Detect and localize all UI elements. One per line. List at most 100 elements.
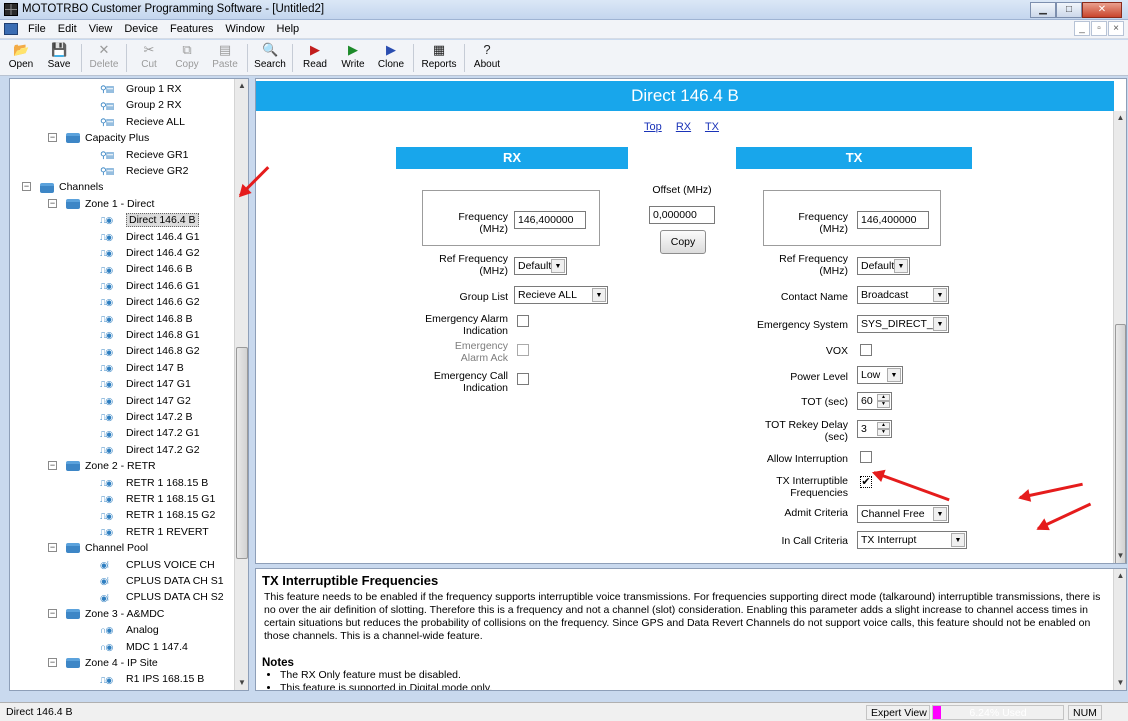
tree-node[interactable]: ⎍◉ Direct 147 G1 (100, 376, 191, 392)
tree-scrollbar[interactable]: ▲ ▼ (234, 79, 248, 690)
tree-node[interactable]: ⚲▤ Recieve GR1 (100, 147, 188, 163)
tree-node[interactable]: ⎍◉ Direct 147.2 G1 (100, 425, 200, 441)
tree-node[interactable]: − Channels (22, 179, 103, 195)
collapse-toggle-icon[interactable]: − (48, 658, 57, 667)
tree-node[interactable]: ⚲▤ Recieve ALL (100, 114, 185, 130)
tree-node[interactable]: ⚲▤ Recieve GR2 (100, 163, 188, 179)
rx-emergency-alarm-checkbox[interactable] (517, 315, 529, 327)
tree-node[interactable]: ⎍◉ R1 IPS 168.15 B (100, 671, 204, 687)
tree-node[interactable]: ⎍◉ RETR 1 REVERT (100, 524, 209, 540)
menu-help[interactable]: Help (271, 22, 306, 36)
copy-offset-button[interactable]: Copy (660, 230, 706, 254)
search-button[interactable]: 🔍 Search (251, 40, 289, 74)
tree-node[interactable]: ⎍◉ RETR 1 168.15 G1 (100, 491, 215, 507)
mdi-minimize-button[interactable]: _ (1074, 21, 1090, 36)
link-top[interactable]: Top (644, 121, 662, 133)
tx-ref-frequency-select[interactable]: Default ▼ (857, 257, 910, 275)
maximize-button[interactable]: □ (1056, 2, 1082, 18)
tx-allow-interruption-checkbox[interactable] (860, 451, 872, 463)
tree-node[interactable]: ⎍◉ Direct 147 B (100, 360, 184, 376)
rx-ref-frequency-select[interactable]: Default ▼ (514, 257, 567, 275)
tx-emergency-system-select[interactable]: SYS_DIRECT_1 ▼ (857, 315, 949, 333)
minimize-button[interactable]: ▁ (1030, 2, 1056, 18)
link-tx[interactable]: TX (705, 121, 719, 133)
collapse-toggle-icon[interactable]: − (48, 461, 57, 471)
tree-node[interactable]: ⚲▤ Group 2 RX (100, 97, 181, 113)
offset-input[interactable]: 0,000000 (649, 206, 715, 224)
tree-node[interactable]: ⚲▤ Group 1 RX (100, 81, 181, 97)
collapse-toggle-icon[interactable]: − (48, 133, 57, 143)
close-button[interactable]: ✕ (1082, 2, 1122, 18)
tree-node[interactable]: ◉⦚ CPLUS VOICE CH (100, 557, 215, 573)
clone-button[interactable]: ▶ Clone (372, 40, 410, 74)
link-rx[interactable]: RX (676, 121, 691, 133)
tree-node[interactable]: ∩◉ MDC 1 147.4 (100, 639, 188, 655)
menu-file[interactable]: File (22, 22, 52, 36)
scroll-down-arrow-icon[interactable]: ▼ (235, 676, 248, 690)
open-button[interactable]: 📂 Open (2, 40, 40, 74)
tree-node[interactable]: ⎍◉ Direct 146.4 B (100, 212, 199, 228)
tree-node[interactable]: ◉⦚ CPLUS DATA CH S2 (100, 589, 224, 605)
tree-node[interactable]: ⎍◉ Direct 147.2 B (100, 409, 193, 425)
tree-node[interactable]: ⎍◉ Direct 146.8 G2 (100, 343, 200, 359)
collapse-toggle-icon[interactable]: − (48, 608, 57, 618)
tree-node[interactable]: ⎍◉ Direct 146.8 B (100, 311, 193, 327)
tx-power-level-select[interactable]: Low ▼ (857, 366, 903, 384)
menu-view[interactable]: View (83, 22, 119, 36)
scroll-up-arrow-icon[interactable]: ▲ (235, 79, 248, 93)
rx-group-list-select[interactable]: Recieve ALL ▼ (514, 286, 608, 304)
menu-features[interactable]: Features (164, 22, 219, 36)
cut-button[interactable]: ✂ Cut (130, 40, 168, 74)
menu-device[interactable]: Device (118, 22, 164, 36)
tree-node[interactable]: − Channel Pool (48, 540, 148, 556)
menu-edit[interactable]: Edit (52, 22, 83, 36)
scroll-down-arrow-icon[interactable]: ▼ (1114, 549, 1126, 563)
rx-emergency-call-checkbox[interactable] (517, 373, 529, 385)
save-button[interactable]: 💾 Save (40, 40, 78, 74)
spin-up-icon[interactable]: ▲ (877, 422, 890, 429)
tree-node[interactable]: − Zone 4 - IP Site (48, 655, 158, 671)
paste-button[interactable]: ▤ Paste (206, 40, 244, 74)
spin-down-icon[interactable]: ▼ (877, 401, 890, 408)
mdi-restore-button[interactable]: ▫ (1091, 21, 1107, 36)
tree-node[interactable]: ∩◉ Analog (100, 622, 159, 638)
tx-contact-name-select[interactable]: Broadcast ▼ (857, 286, 949, 304)
channel-scroll-thumb[interactable] (1115, 324, 1126, 563)
tree-node[interactable]: ◉⦚ CPLUS DATA CH S1 (100, 573, 224, 589)
tree-node[interactable]: − Capacity Plus (48, 130, 149, 146)
tree-node[interactable]: − Zone 2 - RETR (48, 458, 156, 474)
tree-node[interactable]: ⎍◉ RETR 1 168.15 B (100, 475, 208, 491)
tree-node[interactable]: − Zone 1 - Direct (48, 196, 154, 212)
rx-frequency-input[interactable]: 146,400000 (514, 211, 586, 229)
tx-vox-checkbox[interactable] (860, 344, 872, 356)
mdi-close-button[interactable]: × (1108, 21, 1124, 36)
tx-frequency-input[interactable]: 146,400000 (857, 211, 929, 229)
scroll-up-arrow-icon[interactable]: ▲ (1114, 111, 1126, 125)
read-button[interactable]: ▶ Read (296, 40, 334, 74)
tree-node[interactable]: ⎍◉ Direct 146.8 G1 (100, 327, 200, 343)
channel-scrollbar[interactable]: ▲ ▼ (1113, 111, 1126, 563)
tree-node[interactable]: ⎍◉ Direct 147 G2 (100, 393, 191, 409)
tree-node[interactable]: ⎍◉ Direct 146.6 G2 (100, 294, 200, 310)
about-button[interactable]: ? About (468, 40, 506, 74)
scroll-up-arrow-icon[interactable]: ▲ (1114, 569, 1126, 583)
reports-button[interactable]: ▦ Reports (417, 40, 461, 74)
scroll-down-arrow-icon[interactable]: ▼ (1114, 676, 1126, 690)
write-button[interactable]: ▶ Write (334, 40, 372, 74)
document-icon[interactable] (4, 23, 18, 35)
tree-node[interactable]: ⎍◉ Direct 147.2 G2 (100, 442, 200, 458)
tree-node[interactable]: − Zone 3 - A&MDC (48, 606, 164, 622)
delete-button[interactable]: ✕ Delete (85, 40, 123, 74)
copy-button[interactable]: ⧉ Copy (168, 40, 206, 74)
collapse-toggle-icon[interactable]: − (48, 198, 57, 208)
menu-window[interactable]: Window (219, 22, 270, 36)
rx-emergency-ack-checkbox[interactable] (517, 344, 529, 356)
help-scrollbar[interactable]: ▲ ▼ (1113, 569, 1126, 690)
spin-up-icon[interactable]: ▲ (877, 394, 890, 401)
tree-node[interactable]: ⎍◉ Direct 146.6 G1 (100, 278, 200, 294)
tx-in-call-criteria-select[interactable]: TX Interrupt ▼ (857, 531, 967, 549)
collapse-toggle-icon[interactable]: − (48, 543, 57, 553)
collapse-toggle-icon[interactable]: − (22, 182, 31, 192)
tree-node[interactable]: ⎍◉ Direct 146.4 G2 (100, 245, 200, 261)
tx-tot-stepper[interactable]: 60 ▲ ▼ (857, 392, 892, 410)
